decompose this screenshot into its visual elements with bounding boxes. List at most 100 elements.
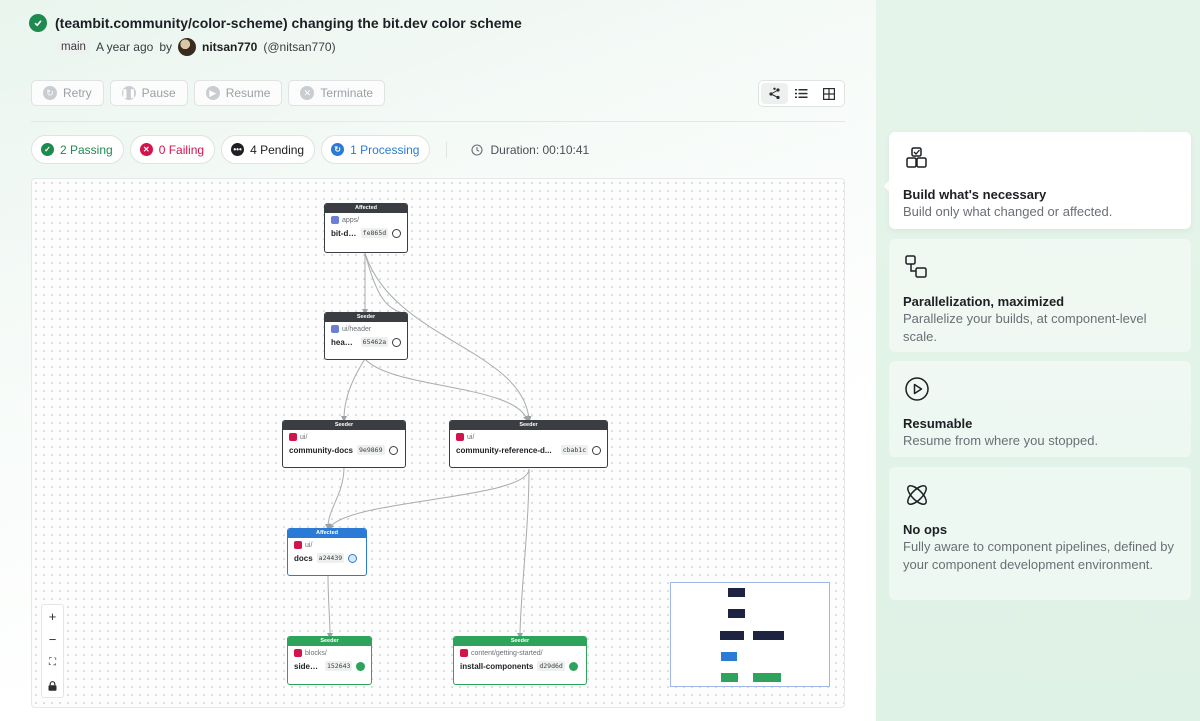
edge bbox=[328, 468, 530, 530]
pending-status-icon bbox=[392, 228, 401, 238]
edge bbox=[364, 358, 529, 422]
status-separator bbox=[446, 141, 448, 158]
feature-title: Build what's necessary bbox=[903, 187, 1047, 202]
processing-label: 1 Processing bbox=[350, 142, 420, 157]
pending-status-icon bbox=[592, 445, 601, 455]
graph-view-icon[interactable] bbox=[761, 83, 788, 104]
node-path: content/getting-started/ bbox=[471, 649, 543, 657]
action-toolbar: ↻ Retry ❚❚ Pause ▶ Resume ✕ Terminate bbox=[31, 80, 386, 106]
retry-label: Retry bbox=[63, 86, 92, 100]
minimap-node bbox=[728, 588, 745, 597]
node-name: community-docs bbox=[289, 445, 354, 455]
scope-icon bbox=[460, 649, 468, 657]
node-head: Seeder bbox=[288, 637, 371, 646]
clock-icon bbox=[471, 143, 484, 156]
minimap-node bbox=[721, 652, 737, 661]
scope-icon bbox=[331, 325, 339, 333]
list-view-icon[interactable] bbox=[788, 83, 815, 104]
retry-button[interactable]: ↻ Retry bbox=[31, 80, 104, 106]
minimap[interactable] bbox=[670, 582, 830, 687]
node-path: ui/ bbox=[305, 541, 313, 549]
edge bbox=[326, 575, 333, 639]
node-hash: 65462a bbox=[360, 337, 389, 347]
node-hash: fe865d bbox=[360, 228, 389, 238]
status-pending[interactable]: ••• 4 Pending bbox=[221, 135, 316, 164]
pause-label: Pause bbox=[141, 86, 176, 100]
feature-card-resumable[interactable]: Resumable Resume from where you stopped. bbox=[889, 361, 1191, 457]
terminate-button[interactable]: ✕ Terminate bbox=[288, 80, 386, 106]
zoom-in-icon[interactable]: + bbox=[42, 605, 63, 628]
node-head: Seeder bbox=[325, 313, 407, 322]
feature-card-parallel[interactable]: Parallelization, maximized Parallelize y… bbox=[889, 239, 1191, 352]
processing-status-icon bbox=[348, 553, 358, 563]
node-path: ui/ bbox=[467, 433, 475, 441]
edge bbox=[325, 466, 345, 530]
status-processing[interactable]: ↻ 1 Processing bbox=[321, 135, 431, 164]
scope-icon bbox=[294, 649, 302, 657]
lock-icon[interactable] bbox=[42, 674, 63, 697]
pending-status-icon bbox=[392, 337, 401, 347]
failing-x-icon: ✕ bbox=[139, 143, 153, 156]
pause-button[interactable]: ❚❚ Pause bbox=[109, 80, 188, 106]
node-head: Seeder bbox=[283, 421, 405, 430]
feature-card-no-ops[interactable]: No ops Fully aware to component pipeline… bbox=[889, 467, 1191, 600]
node-path: ui/ bbox=[300, 433, 308, 441]
divider bbox=[31, 121, 845, 122]
status-passing[interactable]: ✓ 2 Passing bbox=[31, 135, 124, 164]
avatar[interactable] bbox=[178, 38, 196, 56]
fit-view-icon[interactable]: ⛶ bbox=[42, 651, 63, 674]
meta-row: main A year ago by nitsan770 (@nitsan770… bbox=[57, 38, 336, 56]
grid-view-icon[interactable] bbox=[815, 83, 842, 104]
node-name: bit-dev bbox=[331, 228, 357, 238]
graph-node-sidebar[interactable]: Seeder blocks/ sidebar 152643 bbox=[287, 636, 372, 685]
feature-card-build[interactable]: Build what's necessary Build only what c… bbox=[889, 132, 1191, 229]
done-status-icon bbox=[568, 661, 578, 671]
graph-node-install-components[interactable]: Seeder content/getting-started/ install-… bbox=[453, 636, 587, 685]
user-name[interactable]: nitsan770 bbox=[202, 40, 257, 54]
time-ago: A year ago bbox=[95, 40, 154, 54]
graph-node-header[interactable]: Seeder ui/header header 65462a bbox=[324, 312, 408, 360]
node-head: Seeder bbox=[450, 421, 607, 430]
node-name: header bbox=[331, 337, 357, 347]
scope-icon bbox=[289, 433, 297, 441]
minimap-node bbox=[721, 673, 738, 682]
graph-node-community-reference[interactable]: Seeder ui/ community-reference-d... cbab1… bbox=[449, 420, 608, 468]
feature-text: Build only what changed or affected. bbox=[903, 204, 1113, 219]
graph-node-community-docs[interactable]: Seeder ui/ community-docs 9e9869 bbox=[282, 420, 406, 468]
feature-title: Resumable bbox=[903, 416, 973, 431]
parallel-icon bbox=[905, 255, 927, 278]
node-hash: 9e9869 bbox=[357, 445, 385, 455]
zoom-controls: + − ⛶ bbox=[41, 604, 64, 698]
zoom-out-icon[interactable]: − bbox=[42, 628, 63, 651]
by-label: by bbox=[159, 40, 172, 54]
node-head: Affected bbox=[325, 204, 407, 213]
node-path: blocks/ bbox=[305, 649, 327, 657]
status-failing[interactable]: ✕ 0 Failing bbox=[129, 135, 216, 164]
graph-node-docs[interactable]: Affected ui/ docs a24439 bbox=[287, 528, 367, 576]
resume-button[interactable]: ▶ Resume bbox=[193, 80, 283, 106]
pipeline-panel: (teambit.community/color-scheme) changin… bbox=[0, 0, 876, 721]
node-hash: d29d6d bbox=[537, 661, 565, 671]
failing-label: 0 Failing bbox=[158, 142, 205, 157]
minimap-node bbox=[753, 631, 784, 640]
branch-badge[interactable]: main bbox=[57, 40, 90, 54]
passing-label: 2 Passing bbox=[60, 142, 113, 157]
node-name: install-components bbox=[460, 661, 534, 671]
node-name: docs bbox=[294, 553, 313, 563]
minimap-node bbox=[753, 673, 781, 682]
done-status-icon bbox=[356, 661, 365, 671]
minimap-node bbox=[728, 609, 745, 618]
features-panel: Build what's necessary Build only what c… bbox=[876, 0, 1200, 721]
page-title: (teambit.community/color-scheme) changin… bbox=[55, 15, 522, 31]
edge bbox=[517, 468, 530, 639]
play-icon: ▶ bbox=[205, 86, 220, 100]
graph-node-bit-dev[interactable]: Affected apps/ bit-dev fe865d bbox=[324, 203, 408, 253]
node-hash: a24439 bbox=[316, 553, 345, 563]
feature-text: Fully aware to component pipelines, defi… bbox=[903, 539, 1174, 572]
node-path: apps/ bbox=[342, 216, 360, 224]
pending-label: 4 Pending bbox=[250, 142, 305, 157]
graph-canvas[interactable]: Affected apps/ bit-dev fe865d Seeder ui/h… bbox=[31, 178, 845, 708]
minimap-node bbox=[720, 631, 744, 640]
processing-spinner-icon: ↻ bbox=[331, 143, 345, 156]
duration-text: Duration: 00:10:41 bbox=[490, 142, 590, 157]
